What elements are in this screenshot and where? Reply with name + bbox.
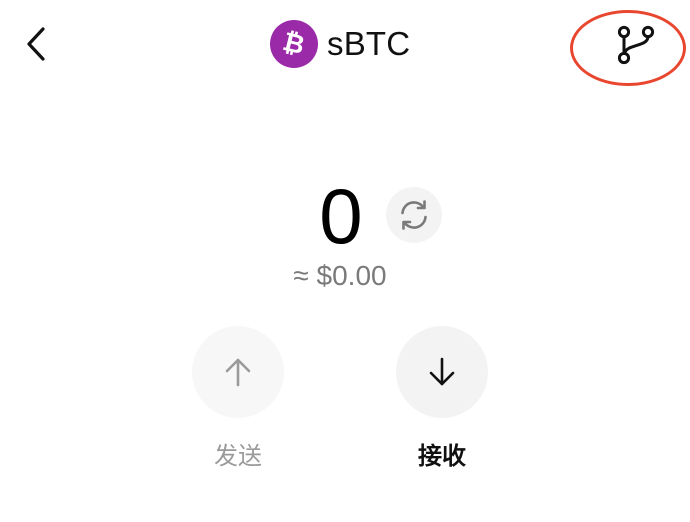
branch-button[interactable]	[604, 19, 668, 71]
header-title-group: ₿ sBTC	[270, 19, 410, 69]
refresh-icon	[401, 200, 427, 230]
send-label: 发送	[214, 443, 262, 470]
arrow-down-icon	[429, 357, 455, 386]
balance-amount: 0	[319, 172, 363, 260]
coin-symbol: ₿	[280, 26, 308, 62]
page-title: sBTC	[327, 25, 411, 62]
send-action: 发送	[192, 326, 284, 472]
refresh-button[interactable]	[386, 187, 442, 243]
receive-action: 接收	[396, 326, 488, 472]
send-button[interactable]	[192, 326, 284, 418]
back-button[interactable]	[14, 22, 58, 66]
receive-label: 接收	[418, 443, 466, 470]
fiat-value: ≈ $0.00	[293, 260, 387, 291]
chevron-left-icon	[27, 27, 45, 61]
sbtc-coin-icon: ₿	[270, 20, 318, 68]
git-branch-icon	[617, 25, 655, 65]
arrow-up-icon	[225, 358, 251, 387]
header: ₿ sBTC	[0, 0, 690, 90]
receive-button[interactable]	[396, 326, 488, 418]
